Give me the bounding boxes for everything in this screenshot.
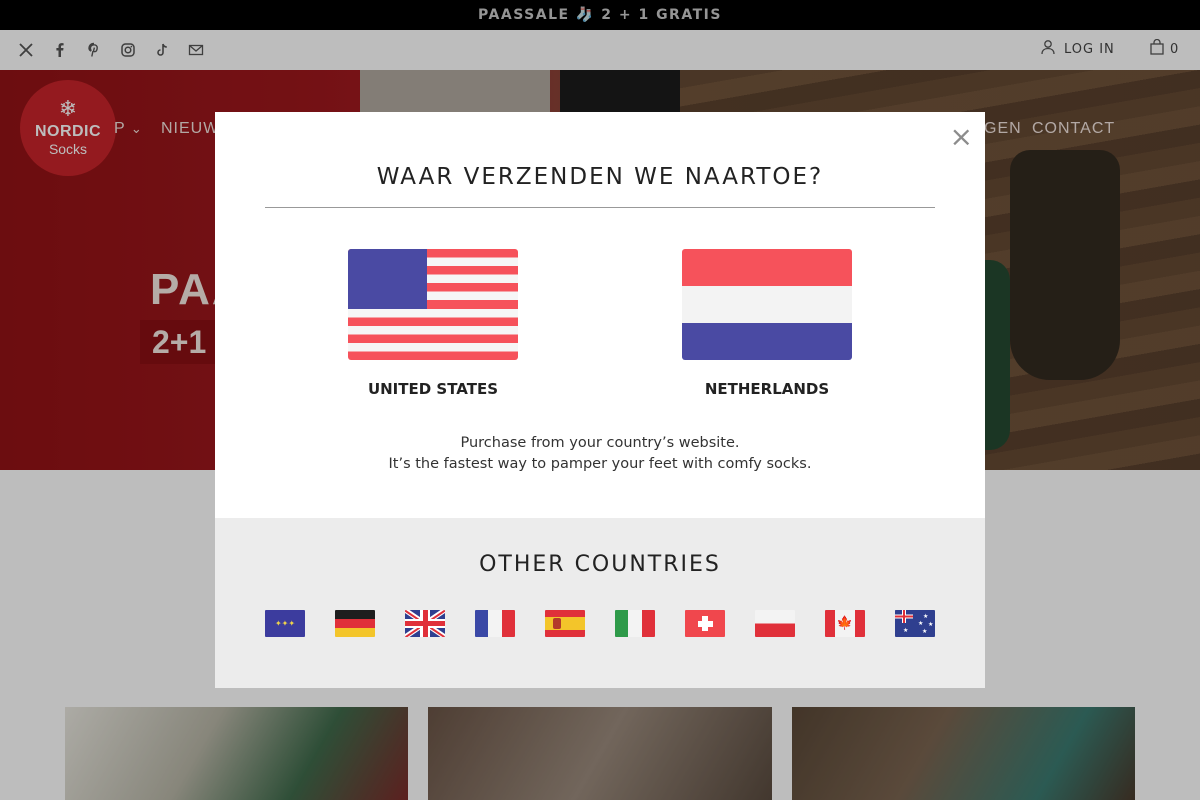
nl-flag[interactable] <box>682 249 852 360</box>
switzerland-flag[interactable] <box>685 610 725 637</box>
other-countries-title: OTHER COUNTRIES <box>479 552 721 577</box>
country-selector-modal: × WAAR VERZENDEN WE NAARTOE? UNITED STAT… <box>215 112 985 688</box>
italy-flag[interactable] <box>615 610 655 637</box>
modal-description: Purchase from your country’s website. It… <box>215 433 985 475</box>
close-icon[interactable]: × <box>950 120 973 153</box>
other-countries-section: OTHER COUNTRIES ✦✦✦ 🍁 ★ ★ ★ ★ ★ <box>215 518 985 688</box>
canada-flag[interactable]: 🍁 <box>825 610 865 637</box>
other-countries-flags: ✦✦✦ 🍁 ★ ★ ★ ★ ★ <box>265 610 935 637</box>
germany-flag[interactable] <box>335 610 375 637</box>
country-name[interactable]: UNITED STATES <box>348 380 518 398</box>
country-name[interactable]: NETHERLANDS <box>682 380 852 398</box>
country-option-nl[interactable]: NETHERLANDS <box>682 249 852 398</box>
country-option-us[interactable]: UNITED STATES <box>348 249 518 398</box>
us-flag[interactable] <box>348 249 518 360</box>
modal-description-line2: It’s the fastest way to pamper your feet… <box>388 456 812 472</box>
us-flag-canton <box>348 249 427 309</box>
poland-flag[interactable] <box>755 610 795 637</box>
modal-title: WAAR VERZENDEN WE NAARTOE? <box>376 164 824 190</box>
australia-flag[interactable]: ★ ★ ★ ★ ★ <box>895 610 935 637</box>
modal-description-line1: Purchase from your country’s website. <box>460 435 740 451</box>
uk-flag[interactable] <box>405 610 445 637</box>
divider <box>265 207 935 208</box>
france-flag[interactable] <box>475 610 515 637</box>
spain-flag[interactable] <box>545 610 585 637</box>
eu-flag[interactable]: ✦✦✦ <box>265 610 305 637</box>
